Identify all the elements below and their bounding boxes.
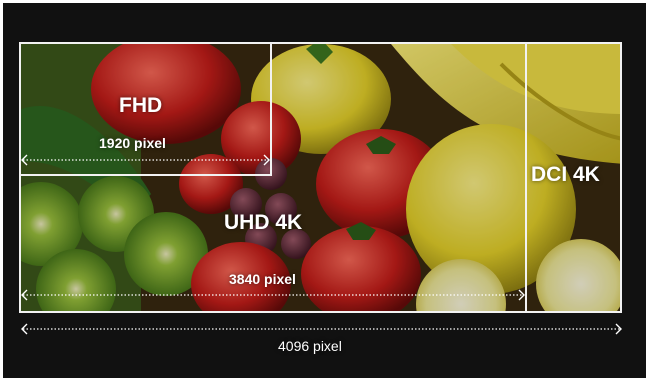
- uhd-width-label: 3840 pixel: [229, 271, 296, 287]
- dci-label: DCI 4K: [531, 163, 600, 186]
- fhd-width-arrow: [19, 154, 272, 166]
- fhd-width-label: 1920 pixel: [99, 135, 166, 151]
- uhd-width-arrow: [19, 289, 527, 301]
- dci-width-label: 4096 pixel: [278, 338, 342, 354]
- dci-width-arrow: [19, 323, 624, 335]
- fhd-label: FHD: [119, 94, 163, 117]
- uhd-label: UHD 4K: [224, 211, 303, 234]
